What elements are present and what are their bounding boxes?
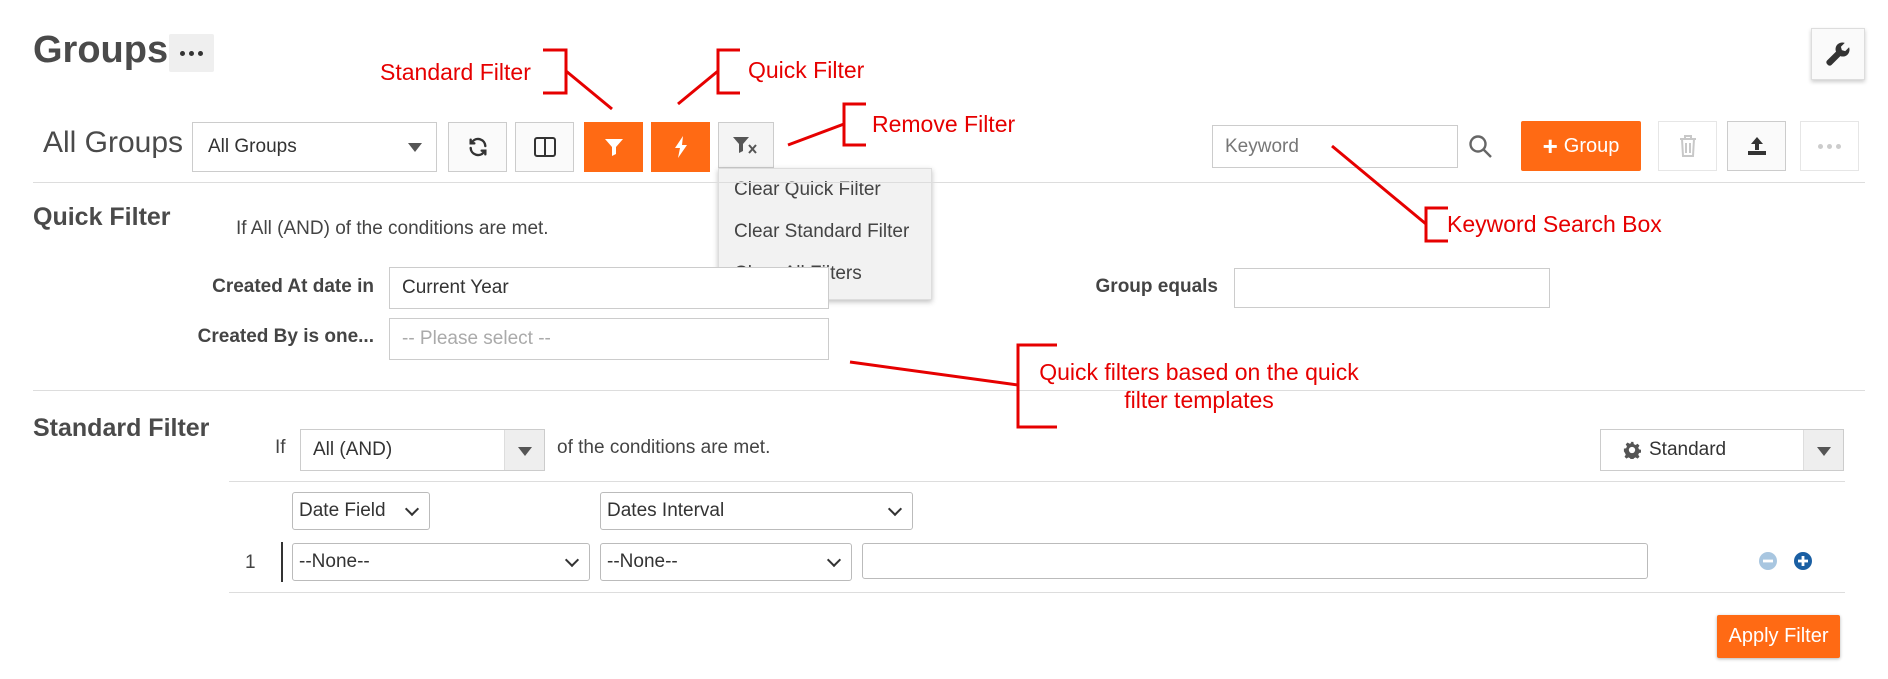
annotation-lines bbox=[543, 48, 1448, 429]
standard-filter-annotation: Standard Filter bbox=[380, 59, 531, 85]
keyword-search-annotation: Keyword Search Box bbox=[1447, 211, 1662, 237]
quick-templates-annotation: Quick filters based on the quick filter … bbox=[1034, 358, 1364, 414]
remove-filter-annotation: Remove Filter bbox=[872, 111, 1016, 137]
quick-templates-annotation-line2: filter templates bbox=[1124, 387, 1274, 413]
quick-templates-annotation-line1: Quick filters based on the quick bbox=[1039, 359, 1359, 385]
quick-filter-annotation: Quick Filter bbox=[748, 57, 865, 83]
